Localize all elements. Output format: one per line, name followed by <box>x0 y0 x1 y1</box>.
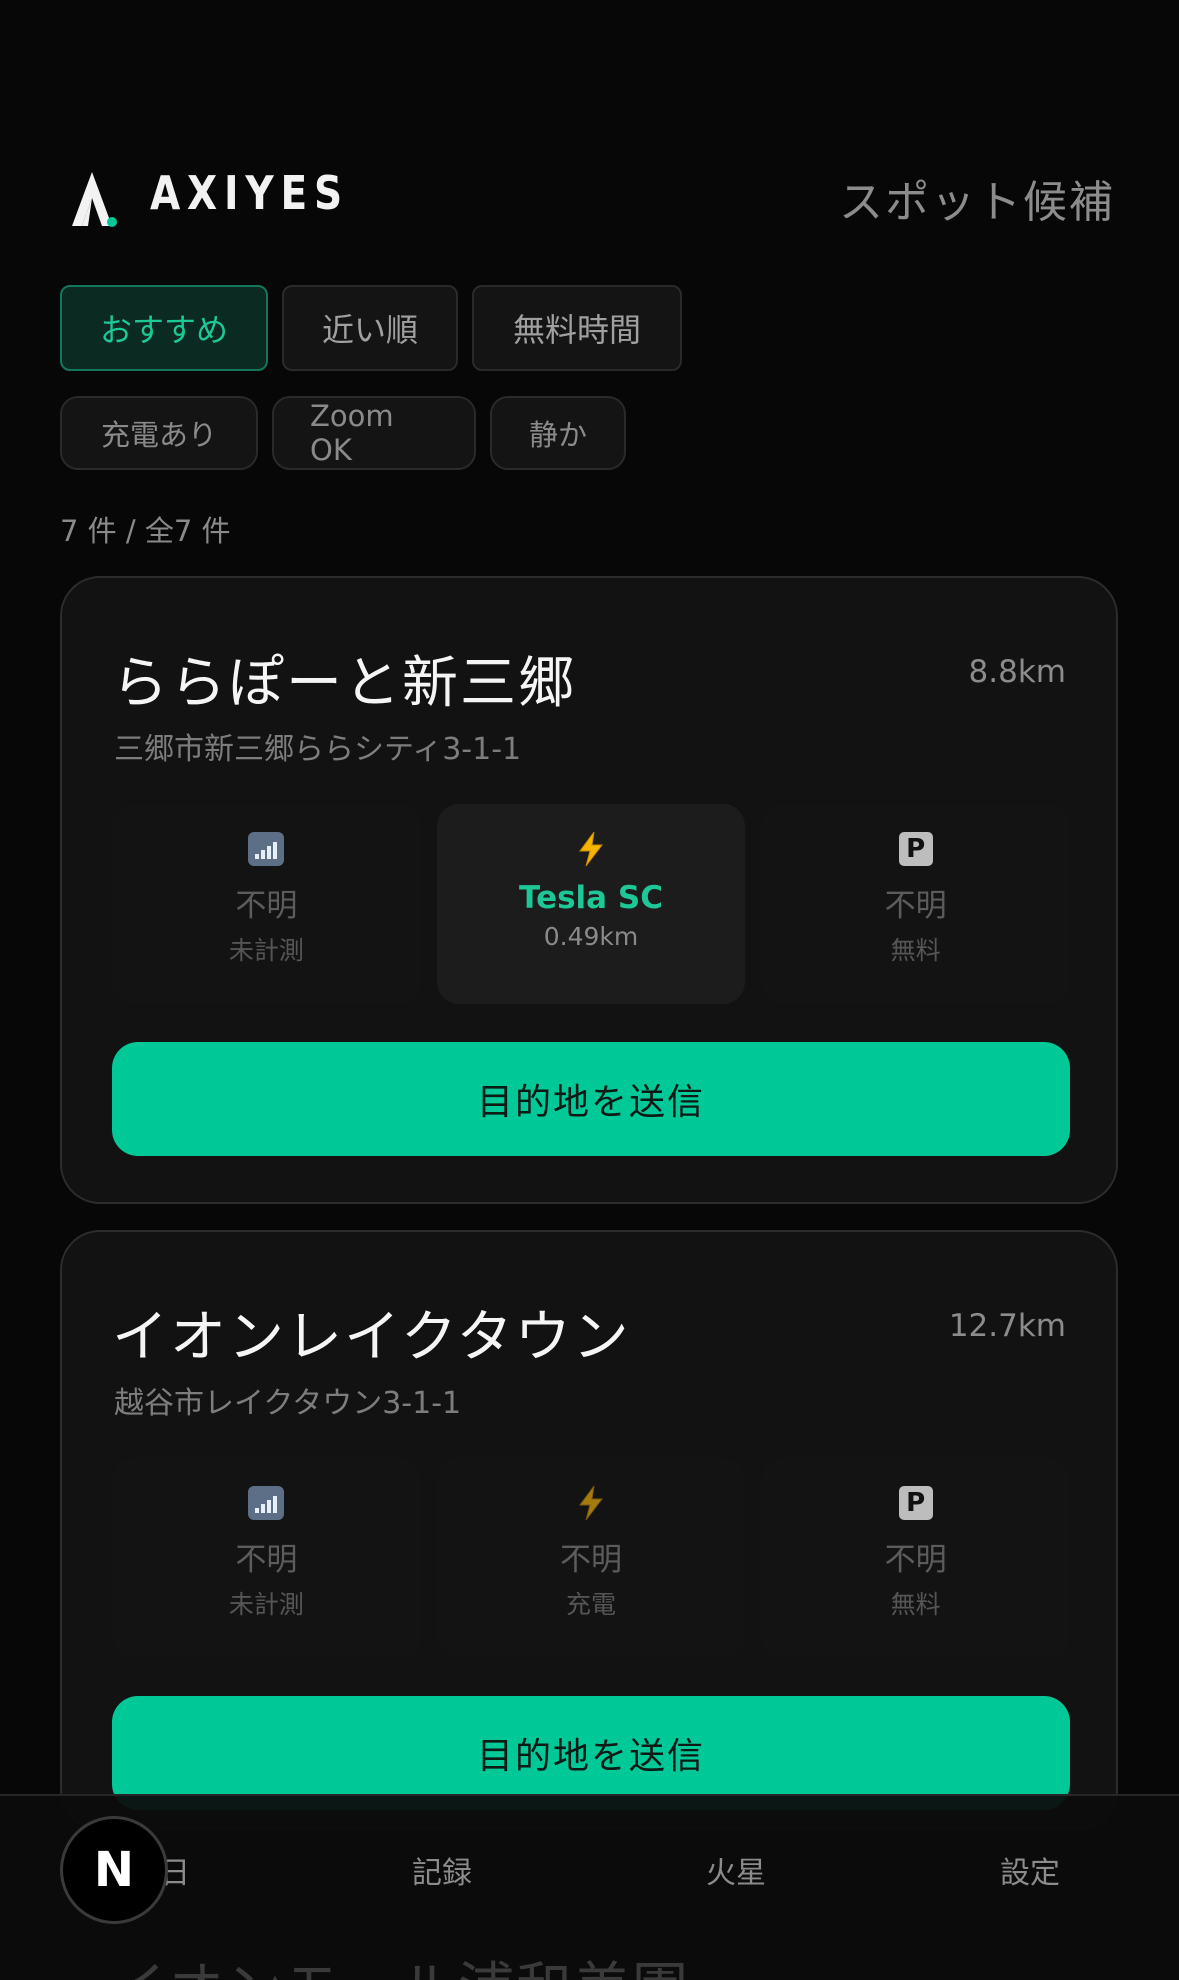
parking-sub: 無料 <box>890 1590 941 1619</box>
floating-n-button[interactable]: N <box>60 1816 168 1924</box>
charge-tile: 不明 充電 <box>436 1458 746 1658</box>
wifi-sub: 未計測 <box>228 936 304 965</box>
chip-charging[interactable]: 充電あり <box>60 396 258 470</box>
axiyes-logo-icon <box>72 172 117 227</box>
spot-card[interactable]: イオンレイクタウン 12.7km 越谷市レイクタウン3-1-1 不明 未計測 不… <box>60 1230 1118 1830</box>
spot-info-tiles: 不明 未計測 不明 充電 P 不明 無料 <box>112 1458 1071 1658</box>
charge-value: Tesla SC <box>519 880 663 916</box>
charge-sub: 0.49km <box>543 922 639 951</box>
chip-nearest[interactable]: 近い順 <box>282 285 458 371</box>
parking-icon: P <box>897 830 935 868</box>
spot-address: 三郷市新三郷ららシティ3-1-1 <box>114 732 522 767</box>
spot-name: ららぽーと新三郷 <box>112 651 576 716</box>
spot-distance: 8.8km <box>968 654 1066 690</box>
wifi-value: 不明 <box>235 888 298 924</box>
signal-icon <box>247 830 285 868</box>
nav-item-settings[interactable]: 設定 <box>1000 1848 1060 1892</box>
wifi-tile: 不明 未計測 <box>112 804 421 1004</box>
spot-info-tiles: 不明 未計測 Tesla SC 0.49km P 不明 無料 <box>112 804 1071 1004</box>
parking-sub: 無料 <box>890 936 941 965</box>
spot-distance: 12.7km <box>948 1308 1066 1344</box>
app-header: AXIYES スポット候補 <box>0 160 1179 230</box>
peek-spot-name: イオンモール浦和美園 <box>110 1944 690 1980</box>
chip-quiet[interactable]: 静か <box>490 396 626 470</box>
bottom-nav: イオンモール浦和美園 今日 記録 火星 設定 N <box>0 1794 1179 1980</box>
parking-value: 不明 <box>884 1542 947 1578</box>
nav-item-mars[interactable]: 火星 <box>706 1848 766 1892</box>
charge-value: 不明 <box>560 1542 622 1578</box>
send-destination-button[interactable]: 目的地を送信 <box>112 1696 1070 1810</box>
page-title: スポット候補 <box>839 177 1115 228</box>
parking-tile: P 不明 無料 <box>761 804 1071 1004</box>
nav-item-records[interactable]: 記録 <box>412 1848 472 1892</box>
charge-tile: Tesla SC 0.49km <box>436 804 746 1004</box>
wifi-sub: 未計測 <box>228 1590 304 1619</box>
logo-text: AXIYES <box>150 166 349 220</box>
chip-zoom-ok[interactable]: Zoom OK <box>272 396 476 470</box>
chip-recommended[interactable]: おすすめ <box>60 285 268 371</box>
parking-tile: P 不明 無料 <box>761 1458 1071 1658</box>
charge-sub: 充電 <box>566 1590 617 1619</box>
chip-free-time[interactable]: 無料時間 <box>472 285 682 371</box>
lightning-icon <box>572 830 610 868</box>
spot-card[interactable]: ららぽーと新三郷 8.8km 三郷市新三郷ららシティ3-1-1 不明 未計測 T… <box>60 576 1118 1204</box>
wifi-value: 不明 <box>235 1542 298 1578</box>
spot-address: 越谷市レイクタウン3-1-1 <box>114 1386 462 1421</box>
filter-chip-row: 充電あり Zoom OK 静か <box>60 396 626 470</box>
wifi-tile: 不明 未計測 <box>112 1458 421 1658</box>
sort-chip-row: おすすめ 近い順 無料時間 <box>60 285 682 371</box>
spot-name: イオンレイクタウン <box>112 1305 631 1370</box>
send-destination-button[interactable]: 目的地を送信 <box>112 1042 1070 1156</box>
parking-icon: P <box>897 1484 935 1522</box>
lightning-icon <box>572 1484 610 1522</box>
signal-icon <box>247 1484 285 1522</box>
result-count: 7 件 / 全7 件 <box>60 514 231 548</box>
parking-value: 不明 <box>884 888 947 924</box>
